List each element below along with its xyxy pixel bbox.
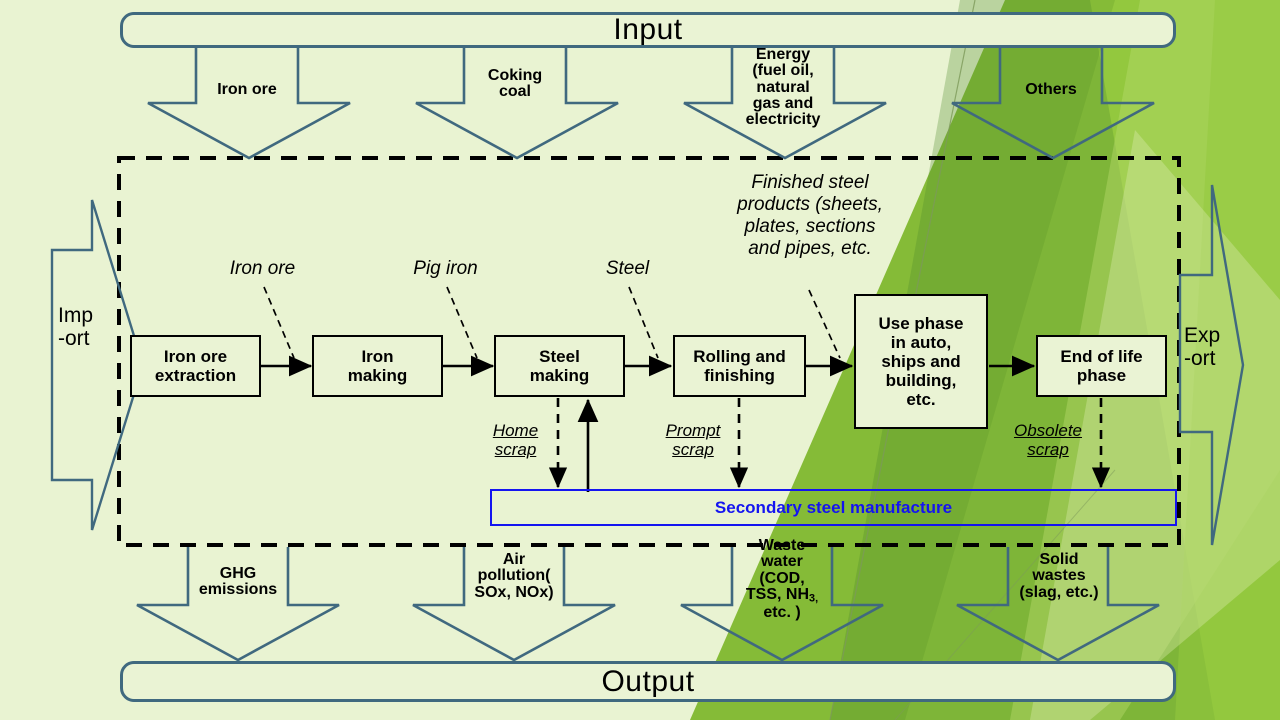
process-box-use-phase[interactable]: Use phase in auto, ships and building, e… [854,294,988,429]
scrap-label-prompt: Prompt scrap [665,421,721,460]
secondary-steel-bar[interactable]: Secondary steel manufacture [490,489,1177,526]
process-box-rolling-and-finishing[interactable]: Rolling and finishing [673,335,806,397]
scrap-label-obsolete: Obsolete scrap [1013,421,1083,460]
input-label-others: Others [1025,81,1077,98]
input-label-coking-coal: Coking coal [487,67,543,101]
input-bar: Input [120,12,1176,48]
output-label-ghg: GHG emissions [198,565,278,599]
stream-label-finished-steel: Finished steel products (sheets, plates,… [737,172,883,259]
process-box-iron-ore-extraction[interactable]: Iron ore extraction [130,335,261,397]
input-label-energy: Energy (fuel oil, natural gas and electr… [745,46,821,129]
stream-label-iron-ore: Iron ore [229,258,296,279]
output-bar: Output [120,661,1176,702]
diagram-canvas: Input Iron ore Coking coal Energy (fuel … [0,0,1280,720]
scrap-label-home: Home scrap [492,421,539,460]
stream-label-steel: Steel [605,258,650,279]
output-label-air-pollution: Air pollution( SOx, NOx) [474,551,554,601]
input-bar-label: Input [613,13,683,46]
stream-label-pig-iron: Pig iron [413,258,478,279]
output-label-solid-wastes: Solid wastes (slag, etc.) [1019,551,1099,601]
secondary-steel-label: Secondary steel manufacture [714,497,953,517]
output-label-waste-water: Waste water (COD, TSS, NH3, etc. ) [745,537,819,621]
import-label: Imp -ort [58,304,94,350]
process-box-end-of-life[interactable]: End of life phase [1036,335,1167,397]
process-box-steel-making[interactable]: Steel making [494,335,625,397]
export-label: Exp -ort [1184,324,1221,370]
input-label-iron-ore: Iron ore [217,81,277,98]
process-box-iron-making[interactable]: Iron making [312,335,443,397]
output-bar-label: Output [601,664,695,698]
